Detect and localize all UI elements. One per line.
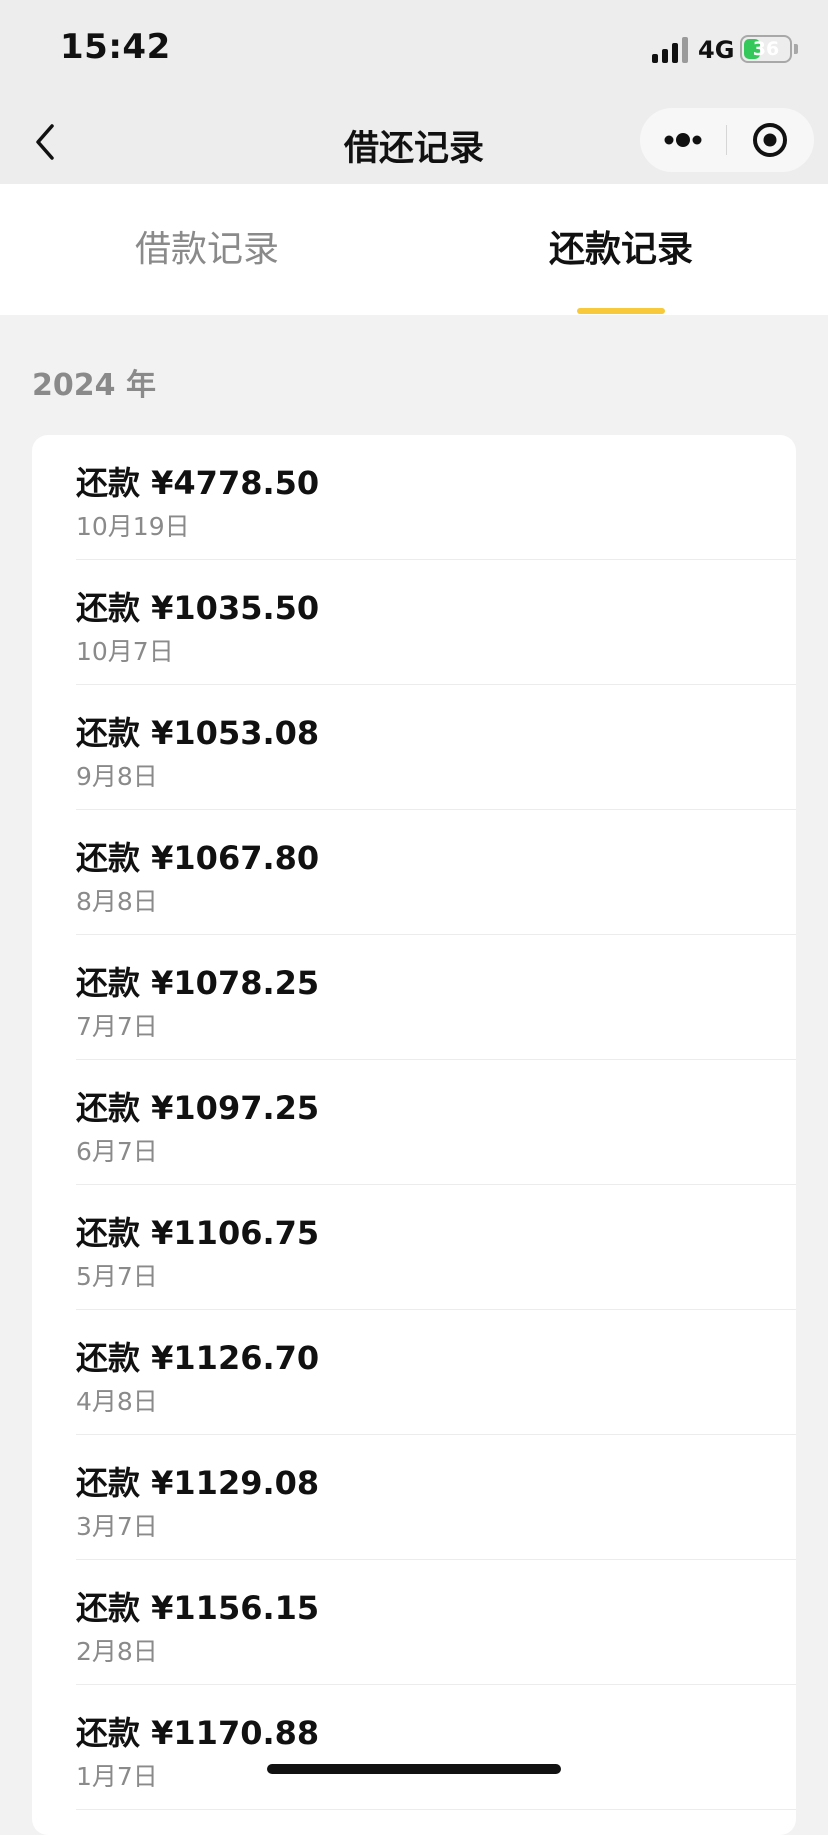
record-date: 8月8日	[76, 887, 158, 916]
record-item[interactable]: 还款 ¥1067.80 8月8日	[76, 810, 796, 935]
active-tab-indicator	[577, 308, 665, 314]
more-dots-icon[interactable]	[640, 108, 726, 172]
record-item[interactable]: 还款 ¥1097.25 6月7日	[76, 1060, 796, 1185]
record-date: 9月8日	[76, 762, 158, 791]
record-amount: 还款 ¥1035.50	[76, 589, 320, 627]
record-item[interactable]: 还款 ¥1035.50 10月7日	[76, 560, 796, 685]
records-card: 还款 ¥4778.50 10月19日 还款 ¥1035.50 10月7日 还款 …	[32, 435, 796, 1835]
record-amount: 还款 ¥1053.08	[76, 714, 320, 752]
tab-bar: 借款记录 还款记录	[0, 184, 828, 315]
record-amount: 还款 ¥1097.25	[76, 1089, 320, 1127]
record-amount: 还款 ¥1170.88	[76, 1714, 320, 1752]
status-time: 15:42	[60, 27, 171, 67]
record-amount: 还款 ¥1106.75	[76, 1214, 320, 1252]
record-amount: 还款 ¥1126.70	[76, 1339, 320, 1377]
record-date: 4月8日	[76, 1387, 158, 1416]
record-date: 10月19日	[76, 512, 190, 541]
record-item[interactable]: 还款 ¥1078.25 7月7日	[76, 935, 796, 1060]
record-amount: 还款 ¥1067.80	[76, 839, 320, 877]
top-area: 15:42 4G 36 借还记录	[0, 0, 828, 184]
year-header: 2024 年	[32, 368, 156, 403]
record-date: 1月7日	[76, 1762, 158, 1791]
record-item[interactable]: 还款 ¥1129.08 3月7日	[76, 1435, 796, 1560]
record-item[interactable]: 还款 ¥1106.75 5月7日	[76, 1185, 796, 1310]
signal-icon	[652, 37, 690, 63]
record-item[interactable]: 还款 ¥1170.88 1月7日	[76, 1685, 796, 1810]
record-amount: 还款 ¥4778.50	[76, 464, 320, 502]
record-date: 2月8日	[76, 1637, 158, 1666]
nav-bar: 借还记录	[0, 100, 828, 184]
record-date: 7月7日	[76, 1012, 158, 1041]
record-amount: 还款 ¥1078.25	[76, 964, 320, 1002]
battery-icon: 36	[740, 35, 792, 63]
record-date: 10月7日	[76, 637, 174, 666]
target-circle-icon[interactable]	[727, 108, 814, 172]
tab-borrow-records[interactable]: 借款记录	[0, 184, 414, 315]
battery-cap	[794, 44, 798, 54]
status-bar: 15:42 4G 36	[0, 0, 828, 100]
record-amount: 还款 ¥1129.08	[76, 1464, 320, 1502]
record-item[interactable]: 还款 ¥1156.15 2月8日	[76, 1560, 796, 1685]
record-item[interactable]: 还款 ¥1126.70 4月8日	[76, 1310, 796, 1435]
battery-percentage: 36	[752, 38, 780, 60]
miniapp-capsule	[640, 108, 814, 172]
record-date: 5月7日	[76, 1262, 158, 1291]
record-amount: 还款 ¥1156.15	[76, 1589, 320, 1627]
record-date: 3月7日	[76, 1512, 158, 1541]
record-date: 6月7日	[76, 1137, 158, 1166]
network-label: 4G	[698, 36, 735, 64]
record-item[interactable]: 还款 ¥4778.50 10月19日	[76, 435, 796, 560]
record-item[interactable]: 还款 ¥1053.08 9月8日	[76, 685, 796, 810]
home-indicator	[267, 1764, 561, 1774]
tab-repay-records[interactable]: 还款记录	[414, 184, 828, 315]
